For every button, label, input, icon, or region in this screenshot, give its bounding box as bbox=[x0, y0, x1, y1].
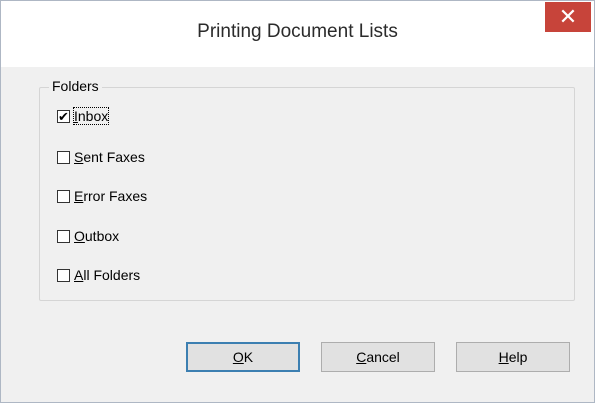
checkbox-box[interactable]: ✔ bbox=[57, 108, 70, 124]
checkbox-box[interactable] bbox=[57, 268, 70, 282]
title-bar: Printing Document Lists ✕ bbox=[1, 1, 594, 67]
checkbox-label-all-folders: All Folders bbox=[74, 267, 141, 283]
checkbox-inbox[interactable]: ✔ Inbox bbox=[57, 106, 110, 126]
dialog-title: Printing Document Lists bbox=[197, 21, 398, 42]
close-button[interactable]: ✕ bbox=[545, 2, 591, 32]
checkbox-label-inbox: Inbox bbox=[72, 107, 110, 125]
checkbox-error-faxes[interactable]: Error Faxes bbox=[57, 186, 147, 206]
print-document-lists-dialog: Printing Document Lists ✕ Folders ✔ Inbo… bbox=[0, 0, 595, 403]
checkbox-box[interactable] bbox=[57, 189, 70, 203]
ok-button[interactable]: OK bbox=[186, 342, 300, 372]
check-icon: ✔ bbox=[58, 108, 69, 124]
checkbox-sent-faxes[interactable]: Sent Faxes bbox=[57, 147, 145, 167]
checkbox-box[interactable] bbox=[57, 229, 70, 243]
folders-group-label: Folders bbox=[49, 78, 102, 94]
close-icon: ✕ bbox=[558, 4, 578, 29]
checkbox-all-folders[interactable]: All Folders bbox=[57, 265, 140, 285]
checkbox-outbox[interactable]: Outbox bbox=[57, 226, 119, 246]
checkbox-label-outbox: Outbox bbox=[74, 228, 120, 244]
help-button[interactable]: Help bbox=[456, 342, 570, 372]
checkbox-box[interactable] bbox=[57, 150, 70, 164]
cancel-button[interactable]: Cancel bbox=[321, 342, 435, 372]
checkbox-label-sent-faxes: Sent Faxes bbox=[74, 149, 145, 165]
checkbox-label-error-faxes: Error Faxes bbox=[74, 188, 148, 204]
